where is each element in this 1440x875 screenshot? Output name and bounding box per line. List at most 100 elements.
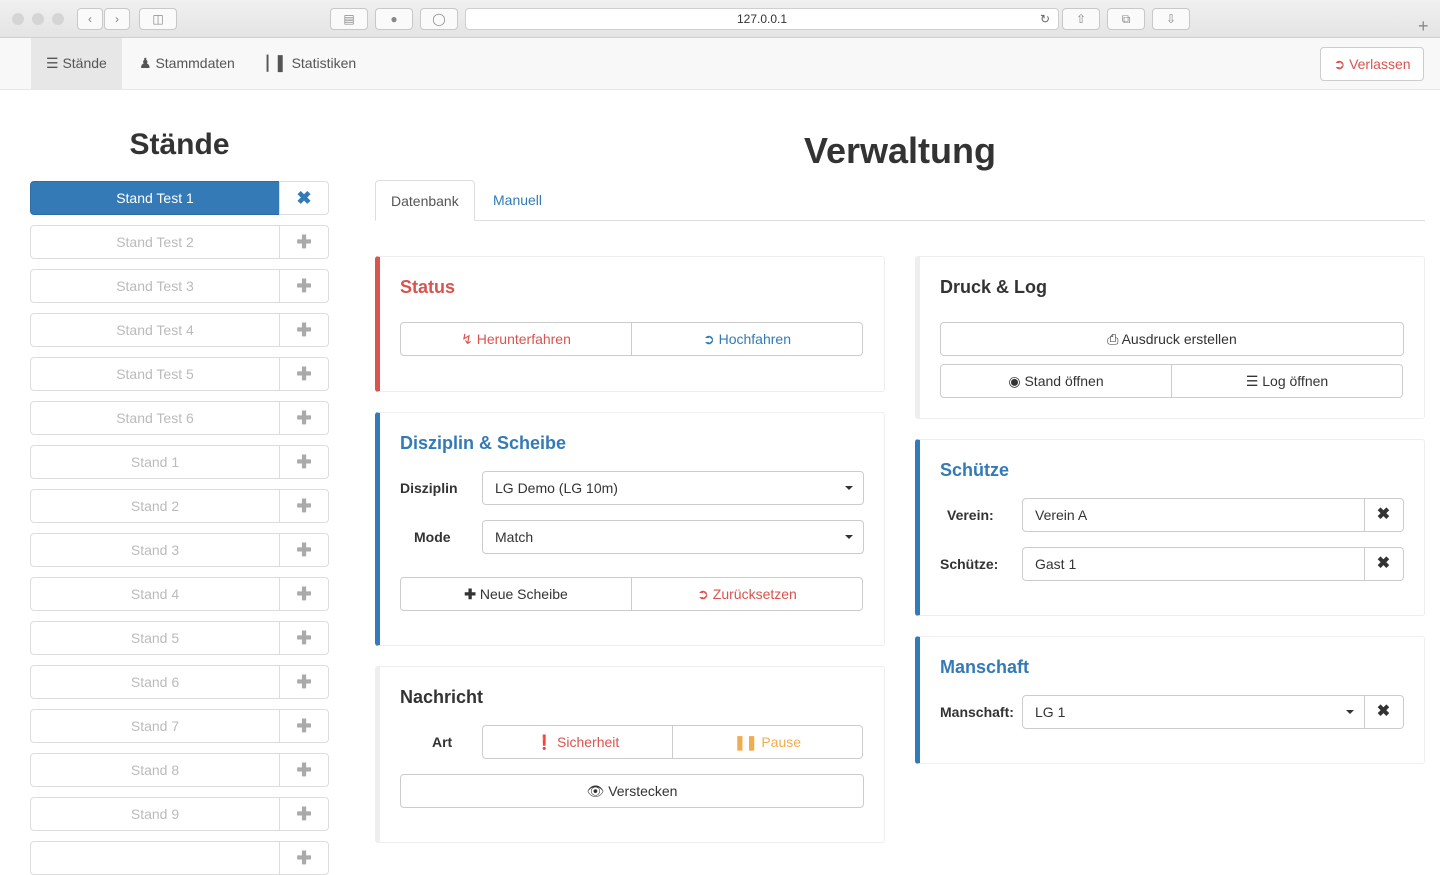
stand-select-button[interactable]: Stand 6 [30,665,280,699]
leave-button[interactable]: ➲ Verlassen [1320,47,1424,81]
manschaft-select[interactable]: LG 1 [1022,695,1365,729]
add-stand-button[interactable]: ✚ [279,357,329,391]
add-stand-button[interactable]: ✚ [279,797,329,831]
exclamation-circle-icon: ❗ [535,734,554,750]
manschaft-panel: Manschaft Manschaft: LG 1 ✖ [915,636,1425,764]
add-stand-button[interactable]: ✚ [279,489,329,523]
forward-button[interactable]: › [104,8,130,30]
stand-select-button[interactable]: Stand Test 3 [30,269,280,303]
add-stand-button[interactable]: ✚ [279,841,329,875]
plus-icon: ✚ [296,672,312,692]
stand-item: Stand 7 ✚ [30,709,329,743]
mode-label: Mode [414,529,451,545]
stand-select-button[interactable]: Stand Test 4 [30,313,280,347]
close-window-button[interactable] [12,13,24,25]
sidebar-toggle-icon[interactable]: ◫ [139,8,177,30]
panel-title: Disziplin & Scheibe [400,433,567,453]
clear-schuetze-button[interactable]: ✖ [1364,547,1404,581]
address-bar[interactable]: 127.0.0.1 ↻ [465,8,1059,30]
disziplin-label: Disziplin [400,480,458,496]
leave-label: Verlassen [1349,56,1411,72]
add-stand-button[interactable]: ✚ [279,665,329,699]
print-button[interactable]: ⎙ Ausdruck erstellen [940,322,1404,356]
extension-icon[interactable]: ▤ [330,8,368,30]
manschaft-label: Manschaft: [940,704,1014,720]
stand-select-button[interactable]: Stand 2 [30,489,280,523]
add-stand-button[interactable]: ✚ [279,401,329,435]
stand-item: Stand 8 ✚ [30,753,329,787]
nav-label: Stände [62,55,107,71]
add-stand-button[interactable]: ✚ [279,577,329,611]
caret-down-icon [845,535,853,539]
schuetze-input[interactable]: Gast 1 [1022,547,1365,581]
stand-item: Stand Test 3 ✚ [30,269,329,303]
reload-icon[interactable]: ↻ [1040,9,1050,29]
stand-select-button[interactable]: Stand 1 [30,445,280,479]
remove-stand-button[interactable]: ✖ [279,181,329,215]
stand-select-button[interactable]: Stand 7 [30,709,280,743]
add-stand-button[interactable]: ✚ [279,269,329,303]
clear-verein-button[interactable]: ✖ [1364,498,1404,532]
panel-title: Druck & Log [940,277,1048,297]
mode-select[interactable]: Match [482,520,864,554]
nav-statistiken[interactable]: ▏▌ Statistiken [252,38,371,89]
nav-stammdaten[interactable]: ♟ Stammdaten [124,38,250,89]
stand-select-button[interactable]: Stand Test 2 [30,225,280,259]
stand-select-button[interactable]: Stand 5 [30,621,280,655]
plus-icon: ✚ [296,496,312,516]
druck-log-panel: Druck & Log ⎙ Ausdruck erstellen ◉ Stand… [915,256,1425,419]
ublock-icon[interactable]: ● [375,8,413,30]
stand-select-button[interactable]: Stand Test 1 [30,181,280,215]
new-tab-icon[interactable]: + [1418,16,1429,37]
sign-in-icon: ➲ [702,331,715,347]
hide-button[interactable]: 👁 Verstecken [400,774,864,808]
zoom-window-button[interactable] [52,13,64,25]
close-icon: ✖ [1376,555,1391,572]
open-stand-button[interactable]: ◉ Stand öffnen [940,364,1172,398]
reset-button[interactable]: ➲ Zurücksetzen [632,577,863,611]
minimize-window-button[interactable] [32,13,44,25]
add-stand-button[interactable]: ✚ [279,753,329,787]
disziplin-panel: Disziplin & Scheibe Disziplin LG Demo (L… [375,412,885,646]
stand-item: Stand Test 1 ✖ [30,181,329,215]
share-icon[interactable]: ⇧ [1062,8,1100,30]
add-stand-button[interactable]: ✚ [279,313,329,347]
stand-select-button[interactable]: Stand 4 [30,577,280,611]
add-stand-button[interactable]: ✚ [279,533,329,567]
panel-title: Schütze [940,460,1010,480]
stand-item: ✚ [30,841,329,875]
bar-chart-icon: ▏▌ [267,55,288,71]
tab-manuell[interactable]: Manuell [478,180,557,221]
sign-out-icon: ➲ [1333,56,1346,72]
pause-button[interactable]: ❚❚ Pause [673,725,863,759]
shutdown-button[interactable]: ↯ Herunterfahren [400,322,632,356]
tabs-icon[interactable]: ⧉ [1107,8,1145,30]
stand-select-button[interactable]: Stand 3 [30,533,280,567]
nav-staende[interactable]: ☰ Stände [31,38,122,89]
safety-button[interactable]: ❗ Sicherheit [482,725,673,759]
add-stand-button[interactable]: ✚ [279,225,329,259]
stand-select-button[interactable]: Stand Test 6 [30,401,280,435]
stand-select-button[interactable]: Stand Test 5 [30,357,280,391]
add-stand-button[interactable]: ✚ [279,621,329,655]
add-stand-button[interactable]: ✚ [279,709,329,743]
list-icon: ☰ [1245,373,1259,389]
stand-select-button[interactable]: Stand 9 [30,797,280,831]
download-icon[interactable]: ⇩ [1152,8,1190,30]
stand-item: Stand 6 ✚ [30,665,329,699]
password-icon[interactable]: ◯ [420,8,458,30]
button-label: Herunterfahren [476,331,571,347]
new-target-button[interactable]: ✚ Neue Scheibe [400,577,632,611]
disziplin-select[interactable]: LG Demo (LG 10m) [482,471,864,505]
verein-input[interactable]: Verein A [1022,498,1365,532]
panel-title: Status [400,277,456,297]
clear-manschaft-button[interactable]: ✖ [1364,695,1404,729]
plus-icon: ✚ [296,628,312,648]
stand-select-button[interactable] [30,841,280,875]
open-log-button[interactable]: ☰ Log öffnen [1172,364,1403,398]
add-stand-button[interactable]: ✚ [279,445,329,479]
tab-datenbank[interactable]: Datenbank [375,180,475,221]
startup-button[interactable]: ➲ Hochfahren [632,322,863,356]
stand-select-button[interactable]: Stand 8 [30,753,280,787]
back-button[interactable]: ‹ [77,8,103,30]
